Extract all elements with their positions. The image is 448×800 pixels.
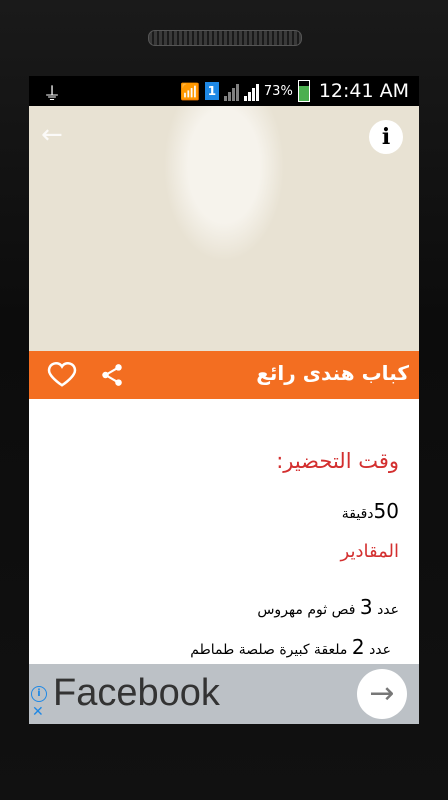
ad-info-icon[interactable]: i xyxy=(31,686,47,702)
wifi-icon: 📶 xyxy=(179,81,200,101)
prep-time-value: 50دقيقة xyxy=(341,499,399,523)
screen: ⏚ 📶 1 73% 12:41 AM ← i كباب هندى رائع وق… xyxy=(29,76,419,724)
ingredient-item: عدد 3 فص ثوم مهروس xyxy=(257,595,399,619)
arrow-right-icon[interactable]: → xyxy=(357,669,407,719)
ingredient-item: عدد 2 ملعقة كبيرة صلصة طماطم xyxy=(190,635,391,659)
clock: 12:41 AM xyxy=(318,80,409,102)
speaker-grille xyxy=(148,30,302,46)
battery-icon xyxy=(297,80,310,102)
sim-icon: 1 xyxy=(204,82,219,100)
ad-text[interactable]: Facebook xyxy=(53,672,220,715)
recipe-photo: ← i xyxy=(29,106,419,351)
phone-frame: ⏚ 📶 1 73% 12:41 AM ← i كباب هندى رائع وق… xyxy=(0,0,448,800)
status-bar: ⏚ 📶 1 73% 12:41 AM xyxy=(29,76,419,106)
signal-strength-icon xyxy=(243,81,259,101)
ad-banner[interactable]: i ✕ Facebook → xyxy=(29,664,419,724)
share-icon[interactable] xyxy=(99,361,125,389)
battery-percent: 73% xyxy=(263,83,293,99)
back-arrow-icon[interactable]: ← xyxy=(41,120,63,150)
info-icon[interactable]: i xyxy=(369,120,403,154)
recipe-content: وقت التحضير: 50دقيقة المقادير عدد 3 فص ث… xyxy=(29,399,419,664)
prep-time-label: وقت التحضير: xyxy=(276,449,399,473)
usb-icon: ⏚ xyxy=(43,84,61,105)
favorite-heart-icon[interactable] xyxy=(47,359,77,389)
recipe-title-bar: كباب هندى رائع xyxy=(29,351,419,399)
signal-icon xyxy=(223,81,239,101)
recipe-title: كباب هندى رائع xyxy=(256,361,409,385)
ad-close-icon[interactable]: ✕ xyxy=(32,704,44,720)
ingredients-label: المقادير xyxy=(340,541,399,562)
